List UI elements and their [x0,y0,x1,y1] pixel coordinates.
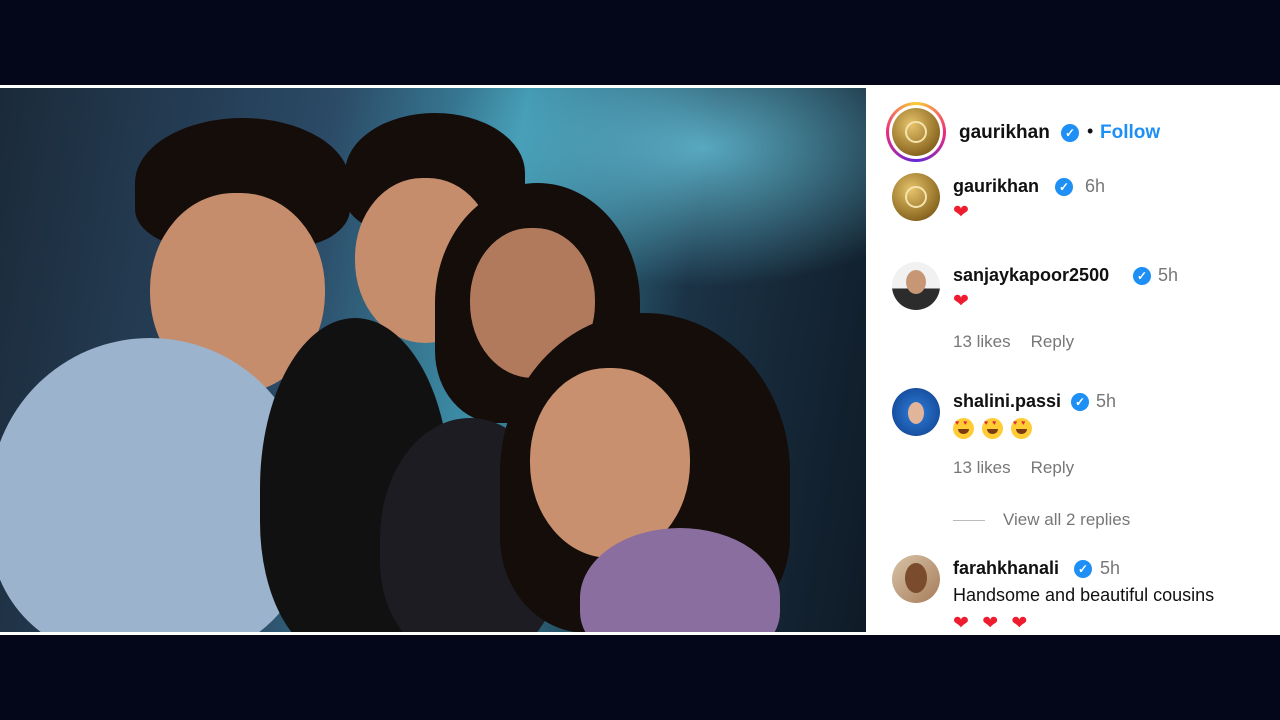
gold-monogram-avatar-icon[interactable] [892,173,940,221]
verified-badge-icon: ✓ [1061,124,1079,142]
heart-eyes-emoji-icon [1011,417,1032,439]
separator-dot: • [1087,121,1094,141]
heart-eyes-emoji-icon [953,417,974,439]
post-photo[interactable] [0,88,866,632]
comment-username[interactable]: sanjaykapoor2500 [953,265,1109,286]
woman-blue-avatar-icon[interactable] [892,388,940,436]
replies-divider [953,520,985,522]
header-username[interactable]: gaurikhan [959,122,1050,144]
view-replies-link[interactable]: View all 2 replies [953,510,1130,530]
comment-username[interactable]: farahkhanali [953,558,1059,579]
likes-count[interactable]: 13 likes [953,458,1011,477]
man-sunglasses-avatar-icon[interactable] [892,262,940,310]
comment-username[interactable]: shalini.passi [953,391,1061,412]
profile-avatar-ring[interactable] [886,102,946,162]
comment-time: 5h [1096,391,1117,411]
follow-button[interactable]: Follow [1100,122,1160,144]
heart-icon: ❤ [953,202,969,223]
verified-badge-icon: ✓ [1055,178,1073,196]
verified-badge-icon: ✓ [1074,560,1092,578]
comment-username[interactable]: gaurikhan [953,176,1039,197]
reply-button[interactable]: Reply [1031,332,1074,351]
heart-icons: ❤ ❤ ❤ [953,613,1032,634]
verified-badge-icon: ✓ [1133,267,1151,285]
view-replies-label: View all 2 replies [1003,510,1131,529]
likes-count[interactable]: 13 likes [953,332,1011,351]
comments-panel: gaurikhan ✓ • Follow gaurikhan ✓ 6h ❤ sa… [866,85,1280,635]
comment-time: 5h [1100,558,1121,578]
verified-badge-icon: ✓ [1071,393,1089,411]
heart-eyes-emoji-icon [982,417,1003,439]
heart-icon: ❤ [953,291,969,312]
comment-text: Handsome and beautiful cousins [953,585,1215,605]
gold-monogram-icon [892,108,940,156]
post-header: gaurikhan ✓ • Follow [866,85,1280,178]
comment-time: 5h [1158,265,1179,285]
instagram-post: gaurikhan ✓ • Follow gaurikhan ✓ 6h ❤ sa… [0,85,1280,635]
woman-selfie-avatar-icon[interactable] [892,555,940,603]
reply-button[interactable]: Reply [1031,458,1074,477]
comment-time: 6h [1085,176,1106,196]
